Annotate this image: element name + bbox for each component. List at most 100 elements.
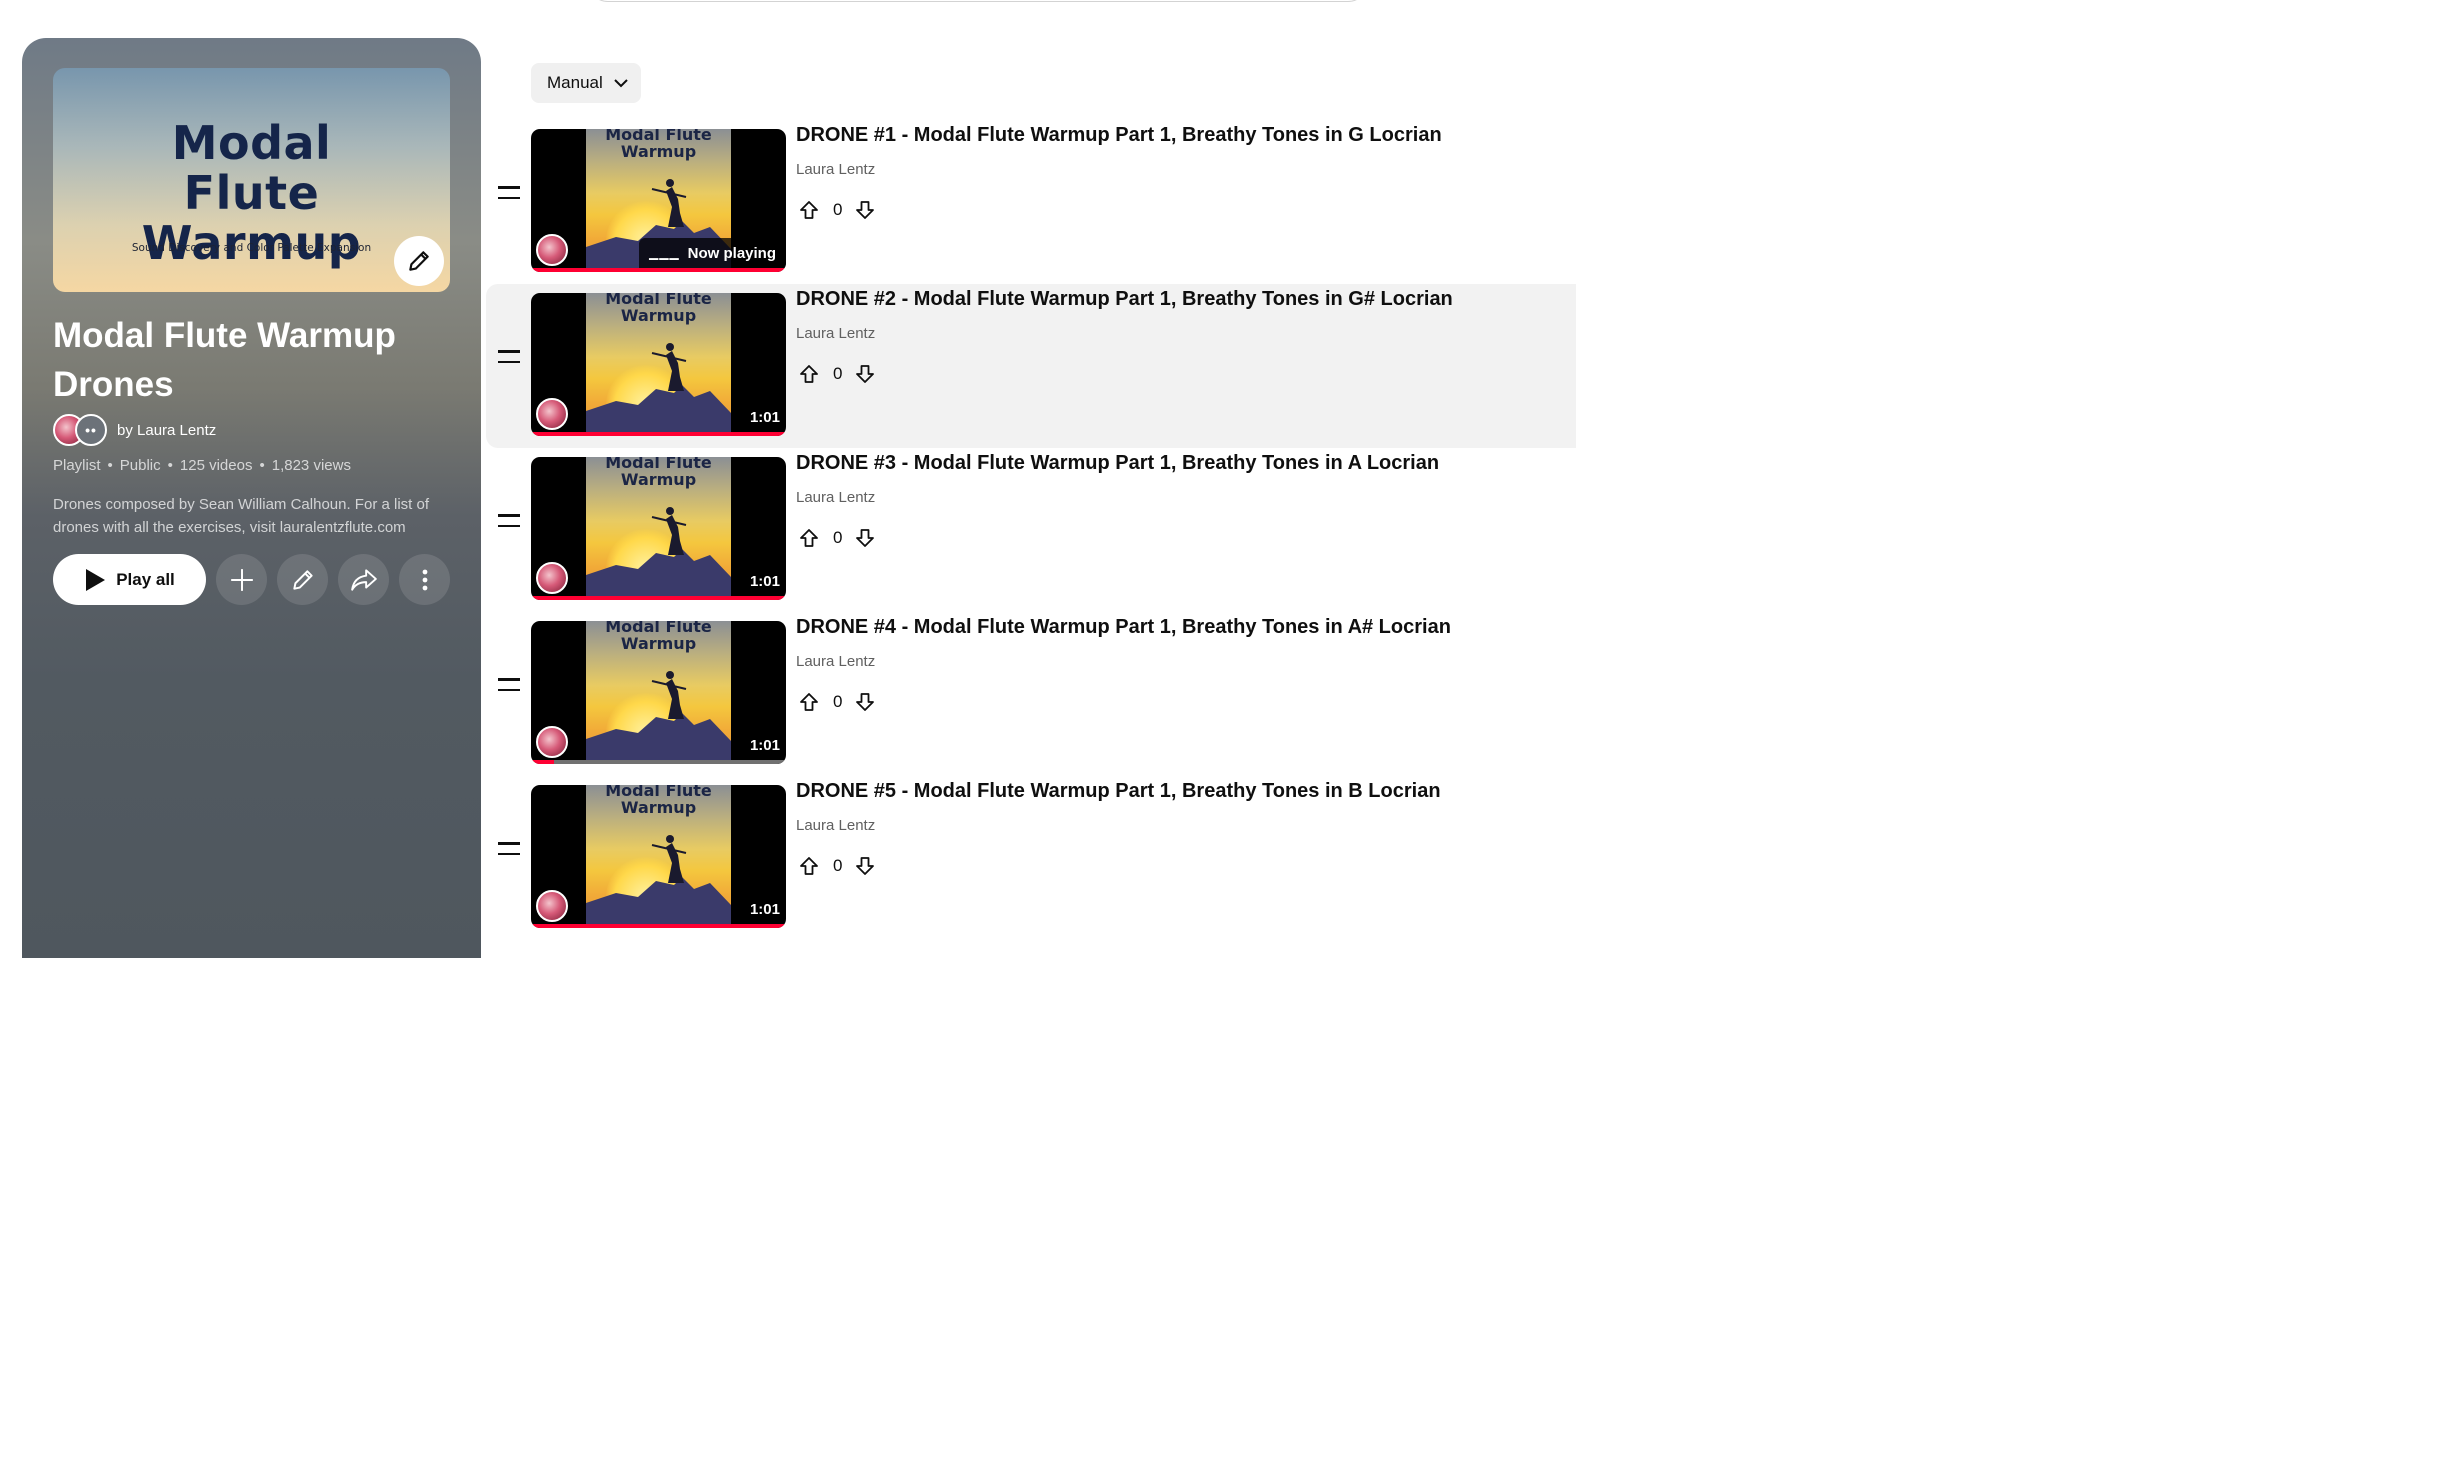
duration-badge: 1:01 xyxy=(749,737,780,754)
vote-count: 0 xyxy=(833,692,843,711)
video-title[interactable]: DRONE #4 - Modal Flute Warmup Part 1, Br… xyxy=(796,614,1451,640)
video-thumbnail[interactable]: Modal Flute Warmup 1:01 xyxy=(531,785,786,928)
downvote-icon[interactable] xyxy=(855,364,875,384)
playlist-video-row[interactable]: Modal Flute Warmup 1:01 DRONE #5 - Modal… xyxy=(486,776,1576,940)
flutist-silhouette-icon xyxy=(586,343,731,436)
upvote-icon[interactable] xyxy=(799,364,819,384)
playlist-video-row[interactable]: Modal Flute Warmup 1:01 DRONE #3 - Modal… xyxy=(486,448,1576,612)
upvote-icon[interactable] xyxy=(799,692,819,712)
upvote-icon[interactable] xyxy=(799,528,819,548)
flutist-silhouette-icon xyxy=(586,835,731,928)
video-channel[interactable]: Laura Lentz xyxy=(796,653,875,670)
playlist-description[interactable]: Drones composed by Sean William Calhoun.… xyxy=(53,493,453,539)
vote-controls: 0 xyxy=(799,856,875,876)
video-title[interactable]: DRONE #5 - Modal Flute Warmup Part 1, Br… xyxy=(796,778,1441,804)
sort-label: Manual xyxy=(547,73,603,92)
upvote-icon[interactable] xyxy=(799,200,819,220)
channel-avatar xyxy=(536,890,568,922)
video-title[interactable]: DRONE #1 - Modal Flute Warmup Part 1, Br… xyxy=(796,122,1442,148)
more-vert-icon xyxy=(422,569,427,590)
watch-progress-fill xyxy=(531,432,786,436)
play-icon xyxy=(86,568,106,591)
drag-handle-icon[interactable] xyxy=(498,842,520,863)
play-all-label: Play all xyxy=(116,569,175,589)
thumbnail-poster: Modal Flute Warmup xyxy=(586,293,731,436)
share-button[interactable] xyxy=(338,554,389,605)
sort-dropdown[interactable]: Manual xyxy=(531,63,641,103)
channel-avatar xyxy=(536,234,568,266)
playlist-header-panel: Modal Flute Warmup Sound Discovery and C… xyxy=(22,38,481,958)
downvote-icon[interactable] xyxy=(855,528,875,548)
watch-progress-bar xyxy=(531,760,786,764)
thumbnail-poster: Modal Flute Warmup xyxy=(586,457,731,600)
watch-progress-fill xyxy=(531,760,554,764)
playlist-actions: Play all xyxy=(53,554,450,605)
drag-handle-icon[interactable] xyxy=(498,186,520,207)
video-channel[interactable]: Laura Lentz xyxy=(796,817,875,834)
playlist-cover-image[interactable]: Modal Flute Warmup Sound Discovery and C… xyxy=(53,68,450,292)
vote-count: 0 xyxy=(833,528,843,547)
drag-handle-icon[interactable] xyxy=(498,350,520,371)
vote-controls: 0 xyxy=(799,364,875,384)
pencil-icon xyxy=(409,251,429,271)
meta-type: Playlist xyxy=(53,457,101,474)
upvote-icon[interactable] xyxy=(799,856,819,876)
downvote-icon[interactable] xyxy=(855,856,875,876)
thumbnail-poster: Modal Flute Warmup xyxy=(586,785,731,928)
equalizer-icon: ▁▁▁ xyxy=(648,246,680,260)
video-thumbnail[interactable]: Modal Flute Warmup ▁▁▁ Now playing xyxy=(531,129,786,272)
watch-progress-bar xyxy=(531,268,786,272)
chevron-down-icon xyxy=(614,79,628,88)
edit-cover-button[interactable] xyxy=(394,236,444,286)
duration-badge: 1:01 xyxy=(749,901,780,918)
more-actions-button[interactable] xyxy=(399,554,450,605)
downvote-icon[interactable] xyxy=(855,200,875,220)
meta-privacy: Public xyxy=(119,457,161,474)
duration-badge: 1:01 xyxy=(749,573,780,590)
watch-progress-bar xyxy=(531,596,786,600)
video-title[interactable]: DRONE #3 - Modal Flute Warmup Part 1, Br… xyxy=(796,450,1439,476)
playlist-video-row[interactable]: Modal Flute Warmup ▁▁▁ Now playing DRONE … xyxy=(486,120,1576,284)
cover-subtitle: Sound Discovery and Color Palette Expans… xyxy=(131,242,372,254)
edit-playlist-button[interactable] xyxy=(277,554,328,605)
vote-count: 0 xyxy=(833,364,843,383)
playlist-video-row[interactable]: Modal Flute Warmup 1:01 DRONE #4 - Modal… xyxy=(486,612,1576,776)
search-bar-edge[interactable] xyxy=(588,0,1368,2)
video-thumbnail[interactable]: Modal Flute Warmup 1:01 xyxy=(531,293,786,436)
vote-controls: 0 xyxy=(799,200,875,220)
watch-progress-fill xyxy=(531,596,786,600)
video-channel[interactable]: Laura Lentz xyxy=(796,161,875,178)
vote-controls: 0 xyxy=(799,528,875,548)
video-title[interactable]: DRONE #2 - Modal Flute Warmup Part 1, Br… xyxy=(796,286,1453,312)
watch-progress-bar xyxy=(531,432,786,436)
downvote-icon[interactable] xyxy=(855,692,875,712)
more-avatars-icon[interactable]: •• xyxy=(75,414,107,446)
thumbnail-poster: Modal Flute Warmup xyxy=(586,621,731,764)
drag-handle-icon[interactable] xyxy=(498,678,520,699)
drag-handle-icon[interactable] xyxy=(498,514,520,535)
meta-views: 1,823 views xyxy=(271,457,351,474)
vote-count: 0 xyxy=(833,856,843,875)
playlist-video-row[interactable]: Modal Flute Warmup 1:01 DRONE #2 - Modal… xyxy=(486,284,1576,448)
video-thumbnail[interactable]: Modal Flute Warmup 1:01 xyxy=(531,457,786,600)
add-to-playlist-button[interactable] xyxy=(216,554,267,605)
vote-controls: 0 xyxy=(799,692,875,712)
vote-count: 0 xyxy=(833,200,843,219)
duration-badge: 1:01 xyxy=(749,409,780,426)
now-playing-badge: ▁▁▁ Now playing xyxy=(638,238,786,268)
plus-icon xyxy=(230,568,253,591)
video-channel[interactable]: Laura Lentz xyxy=(796,489,875,506)
watch-progress-fill xyxy=(531,924,786,928)
channel-avatar xyxy=(536,562,568,594)
flutist-silhouette-icon xyxy=(586,671,731,764)
playlist-meta: Playlist • Public • 125 videos • 1,823 views xyxy=(53,457,351,474)
play-all-button[interactable]: Play all xyxy=(53,554,206,605)
owner-row[interactable]: •• by Laura Lentz xyxy=(53,414,216,446)
video-thumbnail[interactable]: Modal Flute Warmup 1:01 xyxy=(531,621,786,764)
owner-link[interactable]: by Laura Lentz xyxy=(117,422,216,439)
channel-avatar xyxy=(536,398,568,430)
video-channel[interactable]: Laura Lentz xyxy=(796,325,875,342)
playlist-title: Modal Flute Warmup Drones xyxy=(53,316,396,404)
meta-videos: 125 videos xyxy=(179,457,253,474)
watch-progress-bar xyxy=(531,924,786,928)
